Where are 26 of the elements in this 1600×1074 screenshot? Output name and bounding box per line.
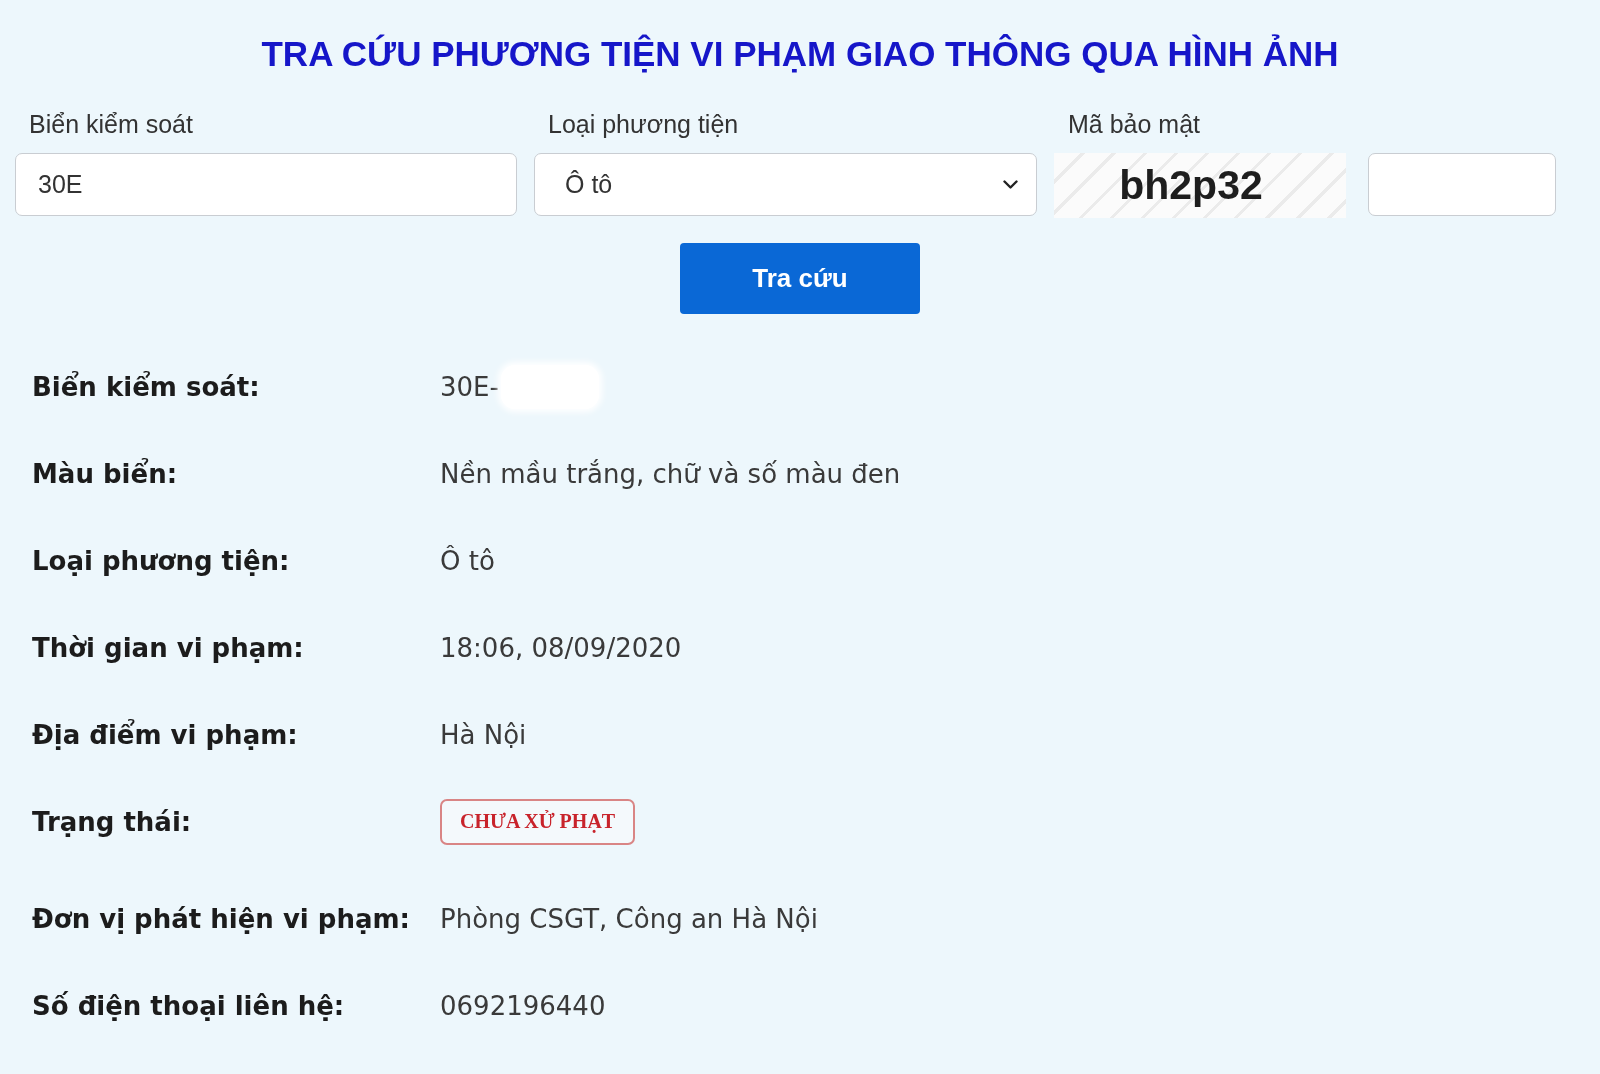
vehicle-type-select[interactable]: Ô tô bbox=[534, 153, 1037, 216]
field-label: Biển kiểm soát bbox=[28, 110, 193, 138]
plate-input[interactable]: 30E bbox=[15, 153, 517, 216]
captcha-input[interactable] bbox=[1368, 153, 1556, 216]
detail-value: 0692196440 bbox=[440, 990, 606, 1021]
detail-value: 18:06, 08/09/2020 bbox=[440, 632, 682, 663]
detail-label: Loại phương tiện: bbox=[32, 545, 290, 576]
status-badge: CHƯA XỬ PHẠT bbox=[440, 798, 636, 845]
detail-value: Ô tô bbox=[440, 545, 495, 576]
detail-label: Đơn vị phát hiện vi phạm: bbox=[32, 903, 410, 934]
detail-label: Thời gian vi phạm: bbox=[32, 632, 304, 663]
detail-value: Nền mầu trắng, chữ và số màu đen bbox=[440, 458, 901, 489]
field-label: Mã bảo mật bbox=[1067, 110, 1200, 138]
detail-label: Trạng thái: bbox=[32, 806, 192, 837]
search-button[interactable]: Tra cứu bbox=[680, 243, 920, 314]
detail-value: Phòng CSGT, Công an Hà Nội bbox=[440, 903, 818, 934]
detail-label: Biển kiểm soát: bbox=[32, 371, 260, 402]
page-title: TRA CỨU PHƯƠNG TIỆN VI PHẠM GIAO THÔNG QUA HÌNH ẢNH bbox=[261, 33, 1339, 74]
detail-label: Số điện thoại liên hệ: bbox=[32, 990, 345, 1021]
captcha-image: bh2p32 bbox=[1054, 153, 1346, 218]
detail-label: Màu biển: bbox=[32, 458, 178, 489]
field-label: Loại phương tiện bbox=[547, 110, 739, 138]
detail-label: Địa điểm vi phạm: bbox=[32, 719, 298, 750]
chevron-down-icon bbox=[1003, 179, 1018, 190]
detail-value: Hà Nội bbox=[440, 719, 527, 750]
detail-value: 30E- bbox=[440, 371, 499, 402]
